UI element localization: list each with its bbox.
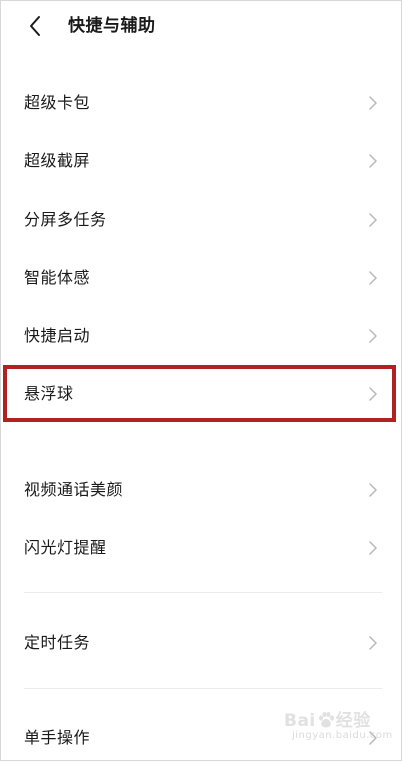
list-item-label: 悬浮球: [24, 384, 74, 403]
list-item-super-screenshot[interactable]: 超级截屏: [0, 136, 404, 186]
chevron-right-icon: [368, 540, 378, 556]
list-item-label: 智能体感: [24, 268, 91, 287]
chevron-right-icon: [368, 635, 378, 651]
list-item-label: 超级截屏: [24, 151, 91, 170]
section-divider: [24, 592, 382, 593]
back-button[interactable]: [22, 12, 50, 40]
chevron-right-icon: [368, 153, 378, 169]
page-title: 快捷与辅助: [68, 16, 156, 36]
list-item-scheduled-tasks[interactable]: 定时任务: [0, 618, 404, 668]
chevron-right-icon: [368, 386, 378, 402]
section-divider: [24, 688, 382, 689]
list-item-floating-ball[interactable]: 悬浮球: [0, 369, 404, 419]
list-item-label: 分屏多任务: [24, 210, 107, 229]
top-bar: 快捷与辅助: [0, 0, 404, 54]
list-item-label: 超级卡包: [24, 93, 91, 112]
chevron-right-icon: [368, 212, 378, 228]
list-item-label: 快捷启动: [24, 326, 91, 345]
list-item-super-card-pack[interactable]: 超级卡包: [0, 78, 404, 128]
list-item-label: 定时任务: [24, 633, 91, 652]
list-item-split-screen[interactable]: 分屏多任务: [0, 195, 404, 245]
list-item-quick-launch[interactable]: 快捷启动: [0, 311, 404, 361]
list-item-one-hand-mode[interactable]: 单手操作: [0, 713, 404, 763]
list-item-label: 单手操作: [24, 728, 91, 747]
list-item-label: 视频通话美颜: [24, 480, 124, 499]
list-item-video-call-beauty[interactable]: 视频通话美颜: [0, 465, 404, 515]
list-item-smart-motion[interactable]: 智能体感: [0, 253, 404, 303]
list-item-flash-reminder[interactable]: 闪光灯提醒: [0, 523, 404, 573]
chevron-right-icon: [368, 328, 378, 344]
chevron-right-icon: [368, 730, 378, 746]
chevron-right-icon: [368, 95, 378, 111]
chevron-left-icon: [30, 16, 40, 36]
list-item-label: 闪光灯提醒: [24, 538, 107, 557]
chevron-right-icon: [368, 482, 378, 498]
chevron-right-icon: [368, 270, 378, 286]
